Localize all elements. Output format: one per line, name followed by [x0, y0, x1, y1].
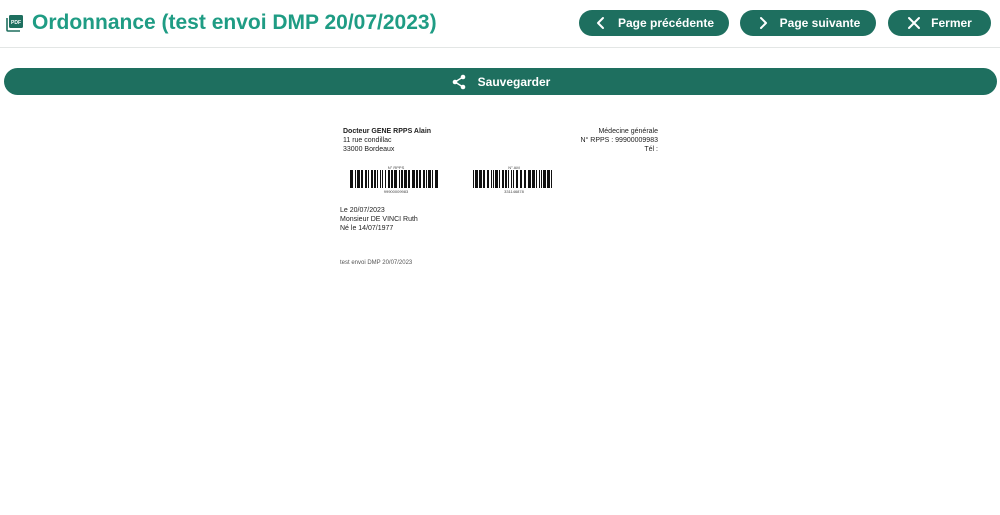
rpps-barcode-bars	[350, 170, 438, 188]
patient-info: Le 20/07/2023 Monsieur DE VINCI Ruth Né …	[340, 206, 418, 233]
doctor-address-line2: 33000 Bordeaux	[343, 146, 395, 153]
am-barcode-number: 331146878	[504, 189, 524, 194]
close-label: Fermer	[931, 16, 972, 30]
doctor-specialty: Médecine générale	[598, 128, 658, 135]
share-icon	[452, 74, 465, 89]
previous-page-label: Page précédente	[617, 16, 715, 30]
rpps-barcode: N° RPPS 99900009983	[350, 165, 442, 194]
prescription-date: Le 20/07/2023	[340, 207, 385, 214]
page-title: Ordonnance (test envoi DMP 20/07/2023)	[32, 11, 437, 34]
doctor-rpps: N° RPPS : 99900009983	[580, 137, 658, 144]
close-button[interactable]: Fermer	[888, 10, 991, 36]
save-label: Sauvegarder	[477, 74, 551, 89]
rpps-barcode-number: 99900009983	[383, 189, 409, 194]
doctor-name: Docteur GENE RPPS Alain	[343, 128, 432, 135]
next-page-button[interactable]: Page suivante	[740, 10, 876, 36]
svg-text:PDF: PDF	[11, 20, 21, 26]
close-icon	[908, 17, 921, 29]
patient-name: Monsieur DE VINCI Ruth	[340, 216, 418, 223]
doctor-address-line1: 11 rue condillac	[343, 137, 392, 144]
doctor-phone: Tél :	[644, 146, 658, 153]
save-button[interactable]: Sauvegarder	[4, 68, 997, 95]
previous-page-button[interactable]: Page précédente	[579, 10, 729, 36]
page-header: PDF Ordonnance (test envoi DMP 20/07/202…	[0, 0, 1000, 48]
am-barcode: N° AM 331146878	[473, 165, 555, 194]
doctor-details: Médecine générale N° RPPS : 99900009983 …	[580, 127, 658, 154]
chevron-left-icon	[596, 17, 604, 29]
prescription-note: test envoi DMP 20/07/2023	[340, 260, 413, 266]
am-barcode-bars	[473, 170, 552, 188]
doctor-info: Docteur GENE RPPS Alain 11 rue condillac…	[343, 127, 431, 154]
title-area: PDF Ordonnance (test envoi DMP 20/07/202…	[6, 10, 437, 36]
pdf-file-icon: PDF	[6, 15, 23, 32]
prescription-document-preview: Docteur GENE RPPS Alain 11 rue condillac…	[338, 124, 662, 274]
chevron-right-icon	[759, 17, 767, 29]
next-page-label: Page suivante	[779, 16, 861, 30]
patient-birth-date: Né le 14/07/1977	[340, 225, 394, 232]
